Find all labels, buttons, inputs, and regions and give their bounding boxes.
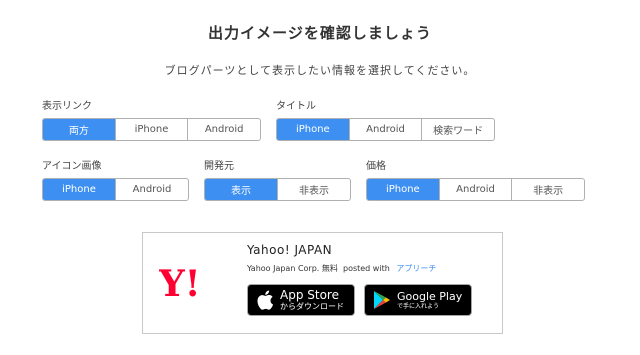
display-link-both-option[interactable]: 両方 (43, 119, 115, 140)
yahoo-logo-icon[interactable]: Y! (159, 263, 229, 303)
google-play-icon (374, 291, 390, 309)
app-price: 無料 (321, 264, 338, 273)
price-hide-option[interactable]: 非表示 (511, 179, 584, 200)
developer-hide-option[interactable]: 非表示 (277, 179, 350, 200)
developer-show-option[interactable]: 表示 (205, 179, 277, 200)
apple-icon (257, 290, 274, 310)
title-label: タイトル (276, 101, 316, 112)
display-link-segment: 両方 iPhone Android (42, 118, 261, 141)
apurichi-link[interactable]: アプリーチ (396, 264, 436, 273)
page-title: 出力イメージを確認しましょう (208, 24, 432, 42)
app-store-subtitle: からダウンロード (280, 302, 344, 311)
title-group: タイトル iPhone Android 検索ワード (276, 97, 495, 141)
icon-image-iphone-option[interactable]: iPhone (43, 179, 115, 200)
title-android-option[interactable]: Android (348, 119, 422, 140)
price-android-option[interactable]: Android (438, 179, 512, 200)
icon-image-android-option[interactable]: Android (115, 179, 188, 200)
title-segment: iPhone Android 検索ワード (276, 118, 495, 141)
google-play-subtitle: で手に入れよう (397, 302, 440, 310)
icon-image-label: アイコン画像 (42, 161, 102, 172)
price-segment: iPhone Android 非表示 (366, 178, 585, 201)
title-iphone-option[interactable]: iPhone (277, 119, 349, 140)
app-meta: Yahoo Japan Corp. 無料 posted with アプリーチ (247, 263, 436, 274)
google-play-badge[interactable]: Google Play で手に入れよう (364, 284, 472, 316)
title-search-word-option[interactable]: 検索ワード (421, 119, 494, 140)
app-store-badge[interactable]: App Store からダウンロード (247, 284, 355, 316)
app-name[interactable]: Yahoo! JAPAN (247, 243, 332, 257)
price-label: 価格 (366, 161, 386, 172)
display-link-label: 表示リンク (42, 101, 92, 112)
google-play-title: Google Play (397, 289, 463, 303)
preview-card: Y! Yahoo! JAPAN Yahoo Japan Corp. 無料 pos… (142, 232, 503, 334)
icon-image-segment: iPhone Android (42, 178, 189, 201)
yahoo-logo-text: Y! (159, 263, 201, 303)
app-developer: Yahoo Japan Corp. (247, 264, 320, 273)
display-link-iphone-option[interactable]: iPhone (114, 119, 188, 140)
developer-group: 開発元 表示 非表示 (204, 157, 351, 201)
posted-with-text: posted with (342, 264, 390, 273)
price-iphone-option[interactable]: iPhone (367, 179, 439, 200)
price-group: 価格 iPhone Android 非表示 (366, 157, 585, 201)
display-link-android-option[interactable]: Android (187, 119, 260, 140)
page-subtitle: ブログパーツとして表示したい情報を選択してください。 (164, 64, 476, 77)
developer-label: 開発元 (204, 161, 234, 172)
app-store-title: App Store (280, 288, 339, 302)
display-link-group: 表示リンク 両方 iPhone Android (42, 97, 261, 141)
developer-segment: 表示 非表示 (204, 178, 351, 201)
icon-image-group: アイコン画像 iPhone Android (42, 157, 189, 201)
